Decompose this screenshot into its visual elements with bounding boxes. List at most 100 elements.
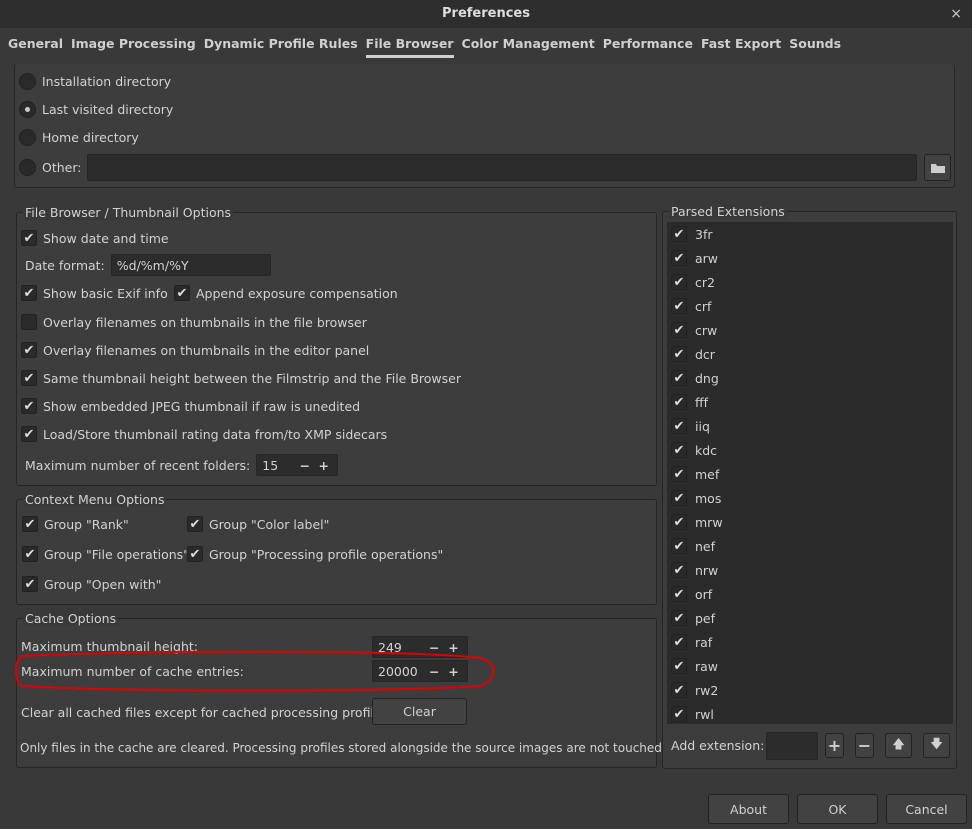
checkmark-icon[interactable]: ✔ <box>671 682 687 698</box>
checkbox-overlay-file-browser[interactable]: Overlay filenames on thumbnails in the f… <box>21 314 367 330</box>
checkbox-label: Append exposure compensation <box>196 285 398 301</box>
extension-item[interactable]: ✔ fff <box>669 390 952 414</box>
extension-label: cr2 <box>695 274 715 290</box>
radio-other[interactable]: Other: <box>19 159 81 176</box>
group-title: Cache Options <box>23 611 119 626</box>
close-icon[interactable]: × <box>950 0 962 28</box>
checkmark-icon[interactable]: ✔ <box>671 370 687 386</box>
extension-item[interactable]: ✔ pef <box>669 606 952 630</box>
extension-item[interactable]: ✔ mos <box>669 486 952 510</box>
extension-item[interactable]: ✔ nrw <box>669 558 952 582</box>
extension-item[interactable]: ✔ arw <box>669 246 952 270</box>
extension-label: pef <box>695 610 716 626</box>
extension-item[interactable]: ✔ crw <box>669 318 952 342</box>
checkmark-icon[interactable]: ✔ <box>671 418 687 434</box>
radio-installation-directory[interactable]: Installation directory <box>19 73 171 90</box>
extension-item[interactable]: ✔ rw2 <box>669 678 952 702</box>
checkmark-icon[interactable]: ✔ <box>671 562 687 578</box>
date-format-row: Date format: %d/%m/%Y <box>25 254 271 276</box>
checkmark-icon[interactable]: ✔ <box>671 610 687 626</box>
tab-file-browser[interactable]: File Browser <box>365 36 454 58</box>
checkmark-icon[interactable]: ✔ <box>671 658 687 674</box>
checkbox-label: Group "File operations" <box>44 546 189 562</box>
startup-directory-group: Installation directory Last visited dire… <box>14 64 955 188</box>
cancel-button[interactable]: Cancel <box>886 794 967 824</box>
checkmark-icon[interactable]: ✔ <box>671 226 687 242</box>
checkmark-icon[interactable]: ✔ <box>671 490 687 506</box>
extension-label: arw <box>695 250 719 266</box>
checkbox-group-open-with[interactable]: ✔ Group "Open with" <box>22 576 161 592</box>
checkmark-icon[interactable]: ✔ <box>671 634 687 650</box>
tab-performance[interactable]: Performance <box>603 36 693 58</box>
checkmark-icon[interactable]: ✔ <box>671 322 687 338</box>
checkbox-xmp-rating[interactable]: ✔ Load/Store thumbnail rating data from/t… <box>21 426 387 442</box>
extension-item[interactable]: ✔ orf <box>669 582 952 606</box>
checkbox-overlay-editor[interactable]: ✔ Overlay filenames on thumbnails in the … <box>21 342 369 358</box>
spinner-value[interactable]: 15 <box>262 458 294 473</box>
radio-last-visited-directory[interactable]: Last visited directory <box>19 101 173 118</box>
extension-item[interactable]: ✔ cr2 <box>669 270 952 294</box>
extension-item[interactable]: ✔ mef <box>669 462 952 486</box>
about-button[interactable]: About <box>708 794 789 824</box>
checkmark-icon[interactable]: ✔ <box>671 586 687 602</box>
checkbox-group-processing-profile[interactable]: ✔ Group "Processing profile operations" <box>187 546 443 562</box>
checkbox-label: Same thumbnail height between the Filmst… <box>43 370 461 386</box>
tab-dynamic-profile-rules[interactable]: Dynamic Profile Rules <box>204 36 358 58</box>
arrow-up-icon[interactable]: 🡅 <box>885 733 912 758</box>
checkbox-show-date[interactable]: ✔ Show date and time <box>21 230 169 246</box>
checkmark-icon[interactable]: ✔ <box>671 346 687 362</box>
extension-item[interactable]: ✔ mrw <box>669 510 952 534</box>
extension-item[interactable]: ✔ rwl <box>669 702 952 726</box>
date-format-input[interactable]: %d/%m/%Y <box>110 254 271 276</box>
clear-button[interactable]: Clear <box>372 698 467 725</box>
checkmark-icon[interactable]: ✔ <box>671 442 687 458</box>
folder-icon[interactable] <box>924 154 951 181</box>
checkbox-group-rank[interactable]: ✔ Group "Rank" <box>22 516 129 532</box>
plus-icon[interactable]: + <box>315 458 332 473</box>
ok-button[interactable]: OK <box>797 794 878 824</box>
tab-fast-export[interactable]: Fast Export <box>701 36 781 58</box>
checkbox-append-exposure[interactable]: ✔ Append exposure compensation <box>174 285 398 301</box>
tab-sounds[interactable]: Sounds <box>789 36 841 58</box>
checkmark-icon[interactable]: ✔ <box>671 538 687 554</box>
extension-label: mos <box>695 490 722 506</box>
extension-label: orf <box>695 586 713 602</box>
group-title: Context Menu Options <box>23 492 167 507</box>
arrow-down-icon[interactable]: 🡇 <box>923 733 950 758</box>
group-title: File Browser / Thumbnail Options <box>23 205 234 220</box>
extension-item[interactable]: ✔ dng <box>669 366 952 390</box>
checkmark-icon[interactable]: ✔ <box>671 250 687 266</box>
checkmark-icon[interactable]: ✔ <box>671 466 687 482</box>
plus-icon[interactable]: + <box>825 733 844 758</box>
extension-label: rw2 <box>695 682 719 698</box>
other-directory-input[interactable] <box>87 154 917 181</box>
checkbox-embedded-jpeg[interactable]: ✔ Show embedded JPEG thumbnail if raw is … <box>21 398 360 414</box>
extension-item[interactable]: ✔ 3fr <box>669 222 952 246</box>
checkbox-same-height[interactable]: ✔ Same thumbnail height between the Films… <box>21 370 461 386</box>
tab-color-management[interactable]: Color Management <box>462 36 595 58</box>
extension-item[interactable]: ✔ iiq <box>669 414 952 438</box>
tab-general[interactable]: General <box>8 36 63 58</box>
recent-folders-spinner[interactable]: 15− + <box>256 454 339 476</box>
checkmark-icon[interactable]: ✔ <box>671 298 687 314</box>
checkbox-group-color-label[interactable]: ✔ Group "Color label" <box>187 516 329 532</box>
extension-item[interactable]: ✔ crf <box>669 294 952 318</box>
add-extension-input[interactable] <box>766 732 818 760</box>
radio-home-directory[interactable]: Home directory <box>19 129 139 146</box>
extension-item[interactable]: ✔ raf <box>669 630 952 654</box>
checkmark-icon[interactable]: ✔ <box>671 274 687 290</box>
checkbox-label: Group "Rank" <box>44 516 129 532</box>
checkmark-icon: ✔ <box>21 342 37 358</box>
checkmark-icon[interactable]: ✔ <box>671 394 687 410</box>
extension-item[interactable]: ✔ kdc <box>669 438 952 462</box>
minus-icon[interactable]: − <box>296 458 313 473</box>
checkmark-icon[interactable]: ✔ <box>671 514 687 530</box>
checkbox-show-exif[interactable]: ✔ Show basic Exif info <box>21 285 168 301</box>
extension-item[interactable]: ✔ nef <box>669 534 952 558</box>
extension-item[interactable]: ✔ raw <box>669 654 952 678</box>
checkmark-icon[interactable]: ✔ <box>671 706 687 722</box>
checkbox-group-file-operations[interactable]: ✔ Group "File operations" <box>22 546 189 562</box>
extension-item[interactable]: ✔ dcr <box>669 342 952 366</box>
tab-image-processing[interactable]: Image Processing <box>71 36 196 58</box>
minus-icon[interactable]: − <box>855 733 874 758</box>
